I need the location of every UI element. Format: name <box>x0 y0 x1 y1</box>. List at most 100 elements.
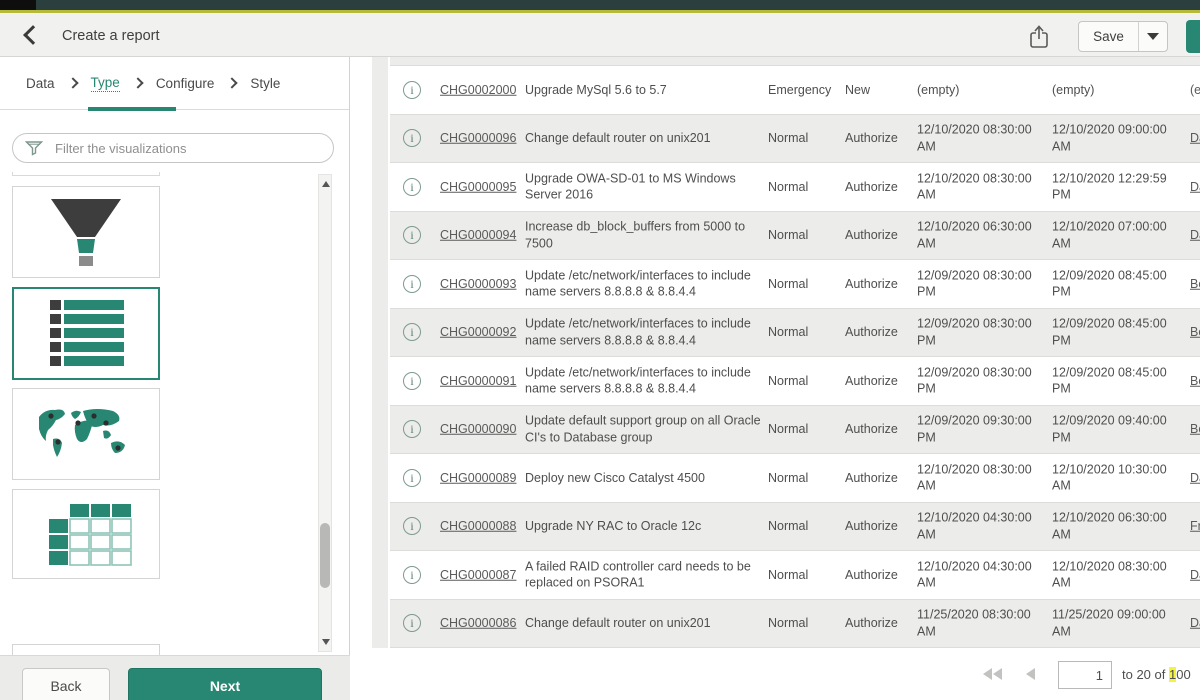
run-button-cutoff[interactable] <box>1186 20 1200 53</box>
info-icon[interactable]: i <box>403 226 421 244</box>
record-number-link[interactable]: CHG0000086 <box>440 616 516 630</box>
info-icon[interactable]: i <box>403 323 421 341</box>
viz-thumb-funnel-chart[interactable] <box>12 186 160 278</box>
planned-end-date: (empty) <box>1052 82 1174 99</box>
save-split-button[interactable]: Save <box>1078 21 1168 52</box>
assigned-to-link[interactable]: Dav <box>1190 616 1200 630</box>
tab-style[interactable]: Style <box>250 76 280 91</box>
table-grid-icon <box>36 498 136 570</box>
filter-visualizations-input[interactable] <box>12 133 334 163</box>
record-number-link[interactable]: CHG0000094 <box>440 228 516 242</box>
planned-end-date: 12/10/2020 09:00:00 AM <box>1052 122 1174 155</box>
info-icon[interactable]: i <box>403 420 421 438</box>
scroll-down-icon[interactable] <box>322 639 330 645</box>
assigned-to-link[interactable]: Dav <box>1190 471 1200 485</box>
info-icon[interactable]: i <box>403 614 421 632</box>
record-number-link[interactable]: CHG0000089 <box>440 471 516 485</box>
viz-thumb-list-chart[interactable] <box>12 287 160 380</box>
table-row[interactable]: i CHG0000093 Update /etc/network/interfa… <box>390 260 1200 309</box>
next-button[interactable]: Next <box>128 668 322 700</box>
browser-top-bar <box>0 0 1200 10</box>
table-row[interactable]: i CHG0002000 Upgrade MySql 5.6 to 5.7 Em… <box>390 66 1200 115</box>
scroll-up-icon[interactable] <box>322 181 330 187</box>
filter-funnel-icon <box>25 140 43 156</box>
planned-end-date: 12/09/2020 08:45:00 PM <box>1052 364 1174 397</box>
info-icon[interactable]: i <box>403 517 421 535</box>
priority-value: Normal <box>768 615 834 632</box>
scrollbar-thumb[interactable] <box>320 523 330 588</box>
assigned-to-link[interactable]: Fre <box>1190 519 1200 533</box>
table-row[interactable]: i CHG0000086 Change default router on un… <box>390 600 1200 649</box>
table-row[interactable]: i CHG0000090 Update default support grou… <box>390 406 1200 455</box>
record-number-link[interactable]: CHG0000095 <box>440 180 516 194</box>
page-number-input[interactable] <box>1058 661 1112 689</box>
table-row[interactable]: i CHG0000089 Deploy new Cisco Catalyst 4… <box>390 454 1200 503</box>
table-row[interactable]: i CHG0000095 Upgrade OWA-SD-01 to MS Win… <box>390 163 1200 212</box>
short-description: Deploy new Cisco Catalyst 4500 <box>525 470 765 487</box>
table-row[interactable]: i CHG0000094 Increase db_block_buffers f… <box>390 212 1200 261</box>
tab-type[interactable]: Type <box>91 75 120 92</box>
assigned-to-link[interactable]: (empty) <box>1190 83 1200 97</box>
planned-end-date: 12/09/2020 08:45:00 PM <box>1052 316 1174 349</box>
total-count: 00 <box>1176 667 1190 682</box>
record-number-link[interactable]: CHG0000091 <box>440 374 516 388</box>
state-value: Authorize <box>845 421 911 438</box>
assigned-to-link[interactable]: Bow <box>1190 277 1200 291</box>
priority-value: Emergency <box>768 82 834 99</box>
table-scrollbar[interactable] <box>372 57 388 648</box>
record-number-link[interactable]: CHG0000092 <box>440 325 516 339</box>
prev-page-icon[interactable] <box>1026 668 1035 680</box>
priority-value: Normal <box>768 518 834 535</box>
info-icon[interactable]: i <box>403 372 421 390</box>
info-icon[interactable]: i <box>403 129 421 147</box>
record-number-link[interactable]: CHG0000087 <box>440 568 516 582</box>
assigned-to-link[interactable]: Bow <box>1190 422 1200 436</box>
short-description: Change default router on unix201 <box>525 615 765 632</box>
planned-start-date: 11/25/2020 08:30:00 AM <box>917 607 1039 640</box>
planned-start-date: 12/10/2020 06:30:00 AM <box>917 219 1039 252</box>
table-row[interactable]: i CHG0000091 Update /etc/network/interfa… <box>390 357 1200 406</box>
info-icon[interactable]: i <box>403 469 421 487</box>
assigned-to-link[interactable]: Dav <box>1190 568 1200 582</box>
scrolled-row-remnant <box>390 57 1200 66</box>
assigned-to-link[interactable]: Dav <box>1190 131 1200 145</box>
planned-start-date: 12/09/2020 08:30:00 PM <box>917 267 1039 300</box>
chevron-right-icon <box>132 77 143 88</box>
viz-list-scrollbar[interactable] <box>318 174 332 652</box>
share-icon[interactable] <box>1028 24 1050 48</box>
tab-configure[interactable]: Configure <box>156 76 215 91</box>
viz-thumb-world-map[interactable] <box>12 388 160 480</box>
priority-value: Normal <box>768 373 834 390</box>
record-number-link[interactable]: CHG0000088 <box>440 519 516 533</box>
record-number-link[interactable]: CHG0000090 <box>440 422 516 436</box>
table-row[interactable]: i CHG0000088 Upgrade NY RAC to Oracle 12… <box>390 503 1200 552</box>
record-number-link[interactable]: CHG0000093 <box>440 277 516 291</box>
assigned-to-link[interactable]: Dav <box>1190 180 1200 194</box>
record-number-link[interactable]: CHG0000096 <box>440 131 516 145</box>
assigned-to-link[interactable]: Dav <box>1190 228 1200 242</box>
save-button[interactable]: Save <box>1079 29 1138 44</box>
assigned-to-link[interactable]: Bow <box>1190 374 1200 388</box>
planned-start-date: 12/10/2020 08:30:00 AM <box>917 461 1039 494</box>
info-icon[interactable]: i <box>403 566 421 584</box>
first-page-icon[interactable] <box>983 668 1002 680</box>
table-row[interactable]: i CHG0000096 Change default router on un… <box>390 115 1200 164</box>
save-menu-button[interactable] <box>1139 33 1167 40</box>
priority-value: Normal <box>768 470 834 487</box>
table-row[interactable]: i CHG0000092 Update /etc/network/interfa… <box>390 309 1200 358</box>
info-icon[interactable]: i <box>403 275 421 293</box>
tab-data[interactable]: Data <box>26 76 55 91</box>
viz-thumb-table-grid[interactable] <box>12 489 160 579</box>
record-number-link[interactable]: CHG0002000 <box>440 83 516 97</box>
assigned-to-link[interactable]: Bow <box>1190 325 1200 339</box>
info-icon[interactable]: i <box>403 81 421 99</box>
wizard-footer: Back Next <box>0 655 350 700</box>
table-row[interactable]: i CHG0000087 A failed RAID controller ca… <box>390 551 1200 600</box>
info-icon[interactable]: i <box>403 178 421 196</box>
back-button[interactable]: Back <box>22 668 110 700</box>
back-chevron-icon[interactable] <box>23 25 43 45</box>
priority-value: Normal <box>768 179 834 196</box>
short-description: Update /etc/network/interfaces to includ… <box>525 316 765 349</box>
planned-start-date: 12/09/2020 08:30:00 PM <box>917 316 1039 349</box>
state-value: Authorize <box>845 470 911 487</box>
